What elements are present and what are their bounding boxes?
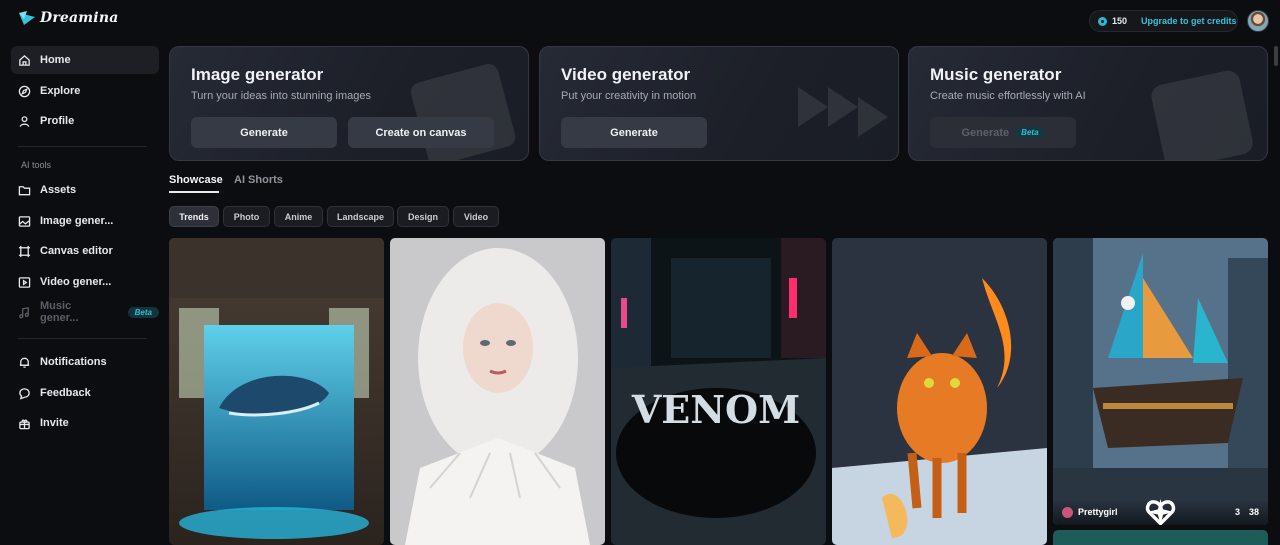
venom-street-image: VENOM [611, 238, 826, 545]
sidebar-item-label: Assets [40, 184, 77, 196]
image-generator-card[interactable]: Image generator Turn your ideas into stu… [169, 46, 529, 161]
sidebar-item-label: Feedback [40, 387, 91, 399]
filter-photo[interactable]: Photo [223, 206, 270, 227]
tab-showcase[interactable]: Showcase [169, 174, 223, 186]
home-icon [19, 54, 30, 66]
music-generate-label: Generate [961, 126, 1010, 139]
logo-icon [19, 11, 35, 25]
gift-icon [19, 419, 30, 429]
pirate-ship-image [1053, 238, 1268, 525]
card-subtitle: Turn your ideas into stunning images [191, 90, 371, 102]
tile-meta: Prettygirl 3 38 [1053, 499, 1268, 525]
canvas-icon [18, 245, 31, 257]
card-subtitle: Create music effortlessly with AI [930, 90, 1086, 102]
tab-active-indicator [169, 191, 219, 193]
credits-pill[interactable]: 150 Upgrade to get credits [1089, 10, 1238, 32]
fire-cat-image [832, 238, 1047, 545]
whale-painting-image [169, 238, 384, 545]
sidebar-divider [18, 146, 147, 147]
card-title: Music generator [930, 65, 1062, 84]
gallery-tile-pirate-ship[interactable]: Prettygirl 3 38 [1053, 238, 1268, 525]
video-icon [18, 276, 31, 288]
elf-portrait-image [390, 238, 605, 545]
bell-icon [19, 357, 30, 368]
sidebar-item-label: Video gener... [40, 276, 112, 288]
beta-badge: Beta [1015, 127, 1045, 138]
card-title: Image generator [191, 65, 324, 84]
sidebar-item-video-generator[interactable]: Video gener... [11, 268, 159, 296]
sidebar-item-label: Canvas editor [40, 245, 113, 257]
sidebar-divider [18, 338, 147, 339]
card-title: Video generator [561, 65, 691, 84]
gallery-tile-cat[interactable] [832, 238, 1047, 545]
logo-text: Dreamina [40, 10, 119, 26]
sidebar-item-label: Image gener... [40, 215, 114, 227]
sidebar-item-invite[interactable]: Invite [11, 409, 159, 437]
filter-design[interactable]: Design [397, 206, 449, 227]
sidebar-item-image-generator[interactable]: Image gener... [11, 207, 159, 235]
compass-icon [18, 85, 31, 97]
gallery-tile-elf[interactable] [390, 238, 605, 545]
sidebar-item-notifications[interactable]: Notifications [11, 348, 159, 376]
sidebar-item-assets[interactable]: Assets [11, 176, 159, 204]
video-decoration-icon [798, 87, 888, 137]
card-subtitle: Put your creativity in motion [561, 90, 697, 102]
music-icon [19, 306, 29, 318]
credits-icon [1098, 16, 1107, 26]
chat-icon [19, 387, 30, 400]
sidebar: Dreamina Home Explore Profile AI tools A… [0, 0, 162, 545]
sidebar-item-label: Notifications [40, 356, 107, 368]
app-root: Dreamina Home Explore Profile AI tools A… [0, 0, 1280, 545]
beta-badge: Beta [127, 306, 159, 318]
svg-text:VENOM: VENOM [631, 387, 800, 432]
sidebar-item-label: Explore [40, 85, 81, 97]
filter-landscape[interactable]: Landscape [327, 206, 394, 227]
credits-count: 150 [1112, 16, 1128, 26]
sidebar-item-label: Home [40, 54, 71, 66]
image-icon [18, 215, 31, 227]
scrollbar[interactable] [1274, 46, 1278, 66]
sidebar-item-label: Invite [40, 417, 69, 429]
image-generate-button[interactable]: Generate [191, 117, 337, 148]
video-generate-button[interactable]: Generate [561, 117, 707, 148]
sidebar-item-feedback[interactable]: Feedback [11, 379, 159, 407]
video-generator-card[interactable]: Video generator Put your creativity in m… [539, 46, 899, 161]
user-icon [19, 115, 30, 127]
logo[interactable]: Dreamina [18, 10, 118, 26]
upgrade-link[interactable]: Upgrade to get credits [1141, 16, 1237, 26]
sidebar-item-music-generator[interactable]: Music gener... Beta [11, 298, 159, 326]
filter-anime[interactable]: Anime [274, 206, 323, 227]
sidebar-item-explore[interactable]: Explore [11, 77, 159, 105]
avatar[interactable] [1247, 10, 1269, 32]
sidebar-item-label: Profile [40, 115, 75, 127]
folder-icon [18, 185, 31, 195]
music-generate-button[interactable]: Generate Beta [930, 117, 1076, 148]
ai-tools-label: AI tools [21, 160, 52, 170]
music-decoration-icon [1151, 70, 1253, 160]
tab-ai-shorts[interactable]: AI Shorts [234, 174, 283, 186]
sidebar-item-canvas-editor[interactable]: Canvas editor [11, 237, 159, 265]
sidebar-item-label: Music gener... [40, 300, 79, 324]
music-generator-card[interactable]: Music generator Create music effortlessl… [908, 46, 1268, 161]
gallery-tile-whale[interactable] [169, 238, 384, 545]
remix-button[interactable]: 38 [1147, 499, 1259, 525]
sparkle-icon [1147, 499, 1174, 525]
filter-trends[interactable]: Trends [169, 206, 219, 227]
filter-video[interactable]: Video [453, 206, 499, 227]
sidebar-item-home[interactable]: Home [11, 46, 159, 74]
gallery-tile-next[interactable] [1053, 530, 1268, 545]
tile-stats: 3 38 [1145, 499, 1259, 525]
create-on-canvas-button[interactable]: Create on canvas [348, 117, 494, 148]
gallery-tile-venom[interactable]: VENOM [611, 238, 826, 545]
sidebar-item-profile[interactable]: Profile [11, 107, 159, 135]
